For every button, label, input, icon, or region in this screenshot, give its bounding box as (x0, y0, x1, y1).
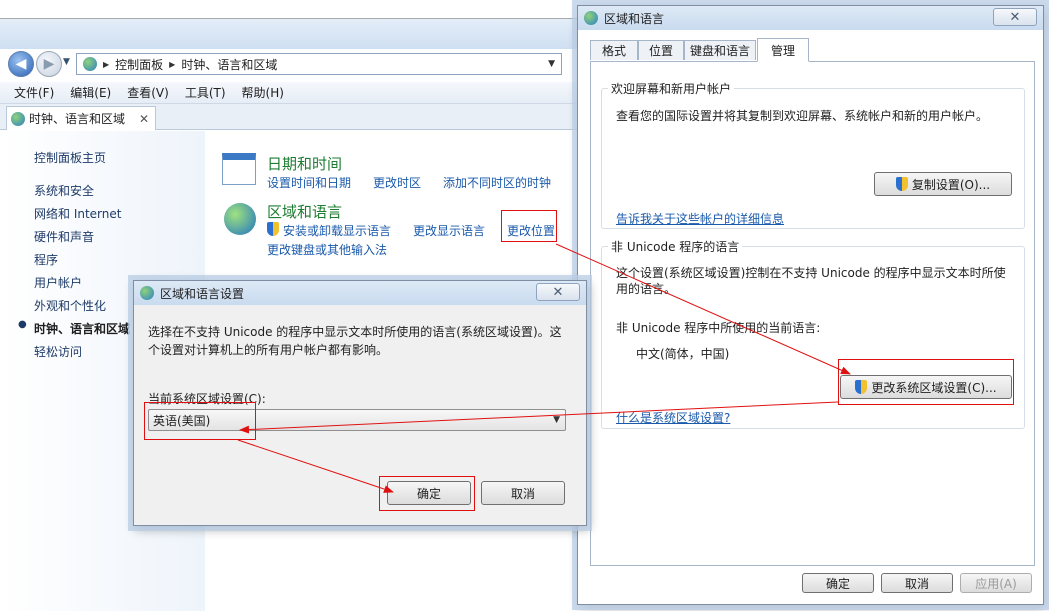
address-dropdown-icon[interactable]: ▼ (548, 59, 555, 69)
menu-view[interactable]: 查看(V) (127, 84, 169, 101)
uac-shield-icon (895, 177, 908, 191)
calendar-clock-icon (222, 153, 256, 185)
button-label: 确定 (825, 576, 850, 591)
ok-button[interactable]: 确定 (802, 573, 874, 593)
close-icon[interactable]: ✕ (993, 8, 1037, 26)
link-what-is-locale[interactable]: 什么是系统区域设置? (616, 409, 730, 426)
dialog-title: 区域和语言设置 (160, 286, 245, 301)
link-add-clocks[interactable]: 添加不同时区的时钟 (443, 174, 551, 191)
annotation-highlight-locale-select (144, 402, 256, 440)
sidebar-item-security[interactable]: 系统和安全 (34, 182, 94, 199)
back-arrow-icon[interactable]: ◀ (8, 51, 34, 77)
dialog-title: 区域和语言 (604, 11, 665, 26)
section-title-region[interactable]: 区域和语言 (267, 201, 342, 222)
breadcrumb-clock-region[interactable]: 时钟、语言和区域 (181, 56, 277, 73)
control-panel-icon (83, 57, 97, 71)
tab-administrative[interactable]: 管理 (757, 38, 809, 62)
history-dropdown-icon[interactable]: ▼ (63, 57, 70, 67)
menu-tools[interactable]: 工具(T) (185, 84, 226, 101)
sidebar-item-programs[interactable]: 程序 (34, 251, 58, 268)
tab-strip: 时钟、语言和区域 ✕ (0, 104, 600, 130)
dropdown-arrow-icon[interactable]: ▼ (553, 415, 560, 425)
region-icon (584, 11, 598, 25)
control-panel-icon (11, 111, 25, 126)
tab-label: 格式 (601, 44, 626, 58)
menu-edit[interactable]: 编辑(E) (70, 84, 111, 101)
cancel-button[interactable]: 取消 (881, 573, 953, 593)
region-language-dialog: 区域和语言 ✕ 格式 位置 键盘和语言 管理 欢迎屏幕和新用户帐户 查看您的国际… (577, 5, 1044, 605)
breadcrumb-chevron-icon: ▶ (169, 59, 176, 69)
link-change-keyboard[interactable]: 更改键盘或其他输入法 (267, 241, 387, 258)
menu-bar: 文件(F) 编辑(E) 查看(V) 工具(T) 帮助(H) (0, 82, 600, 104)
group-title: 欢迎屏幕和新用户帐户 (608, 80, 735, 97)
tab-label: 位置 (648, 44, 673, 58)
tab-close-icon[interactable]: ✕ (139, 112, 149, 126)
dialog-titlebar: 区域和语言 (578, 6, 1043, 30)
link-install-display-language[interactable]: 安装或卸载显示语言 (283, 222, 391, 239)
annotation-highlight-change-locale (838, 359, 1014, 405)
sidebar-item-user-accounts[interactable]: 用户帐户 (34, 274, 82, 291)
link-change-display-language[interactable]: 更改显示语言 (413, 222, 485, 239)
tab-panel: 欢迎屏幕和新用户帐户 查看您的国际设置并将其复制到欢迎屏幕、系统帐户和新的用户帐… (590, 61, 1035, 566)
tab-location[interactable]: 位置 (638, 40, 684, 60)
sidebar-item-accessibility[interactable]: 轻松访问 (34, 343, 82, 360)
sidebar-item-network[interactable]: 网络和 Internet (34, 205, 121, 222)
annotation-highlight-ok (379, 476, 475, 511)
sidebar-home[interactable]: 控制面板主页 (34, 149, 106, 166)
close-icon[interactable]: ✕ (536, 283, 580, 301)
menu-file[interactable]: 文件(F) (14, 84, 54, 101)
apply-button[interactable]: 应用(A) (960, 573, 1032, 593)
welcome-description: 查看您的国际设置并将其复制到欢迎屏幕、系统帐户和新的用户帐户。 (616, 109, 989, 123)
control-panel-titlebar (0, 19, 600, 49)
button-label: 取消 (510, 486, 535, 501)
tab-clock-region[interactable]: 时钟、语言和区域 ✕ (6, 106, 156, 130)
tab-label: 管理 (770, 43, 795, 58)
dialog-titlebar: 区域和语言设置 (134, 281, 586, 305)
tab-formats[interactable]: 格式 (590, 40, 638, 60)
welcome-group: 欢迎屏幕和新用户帐户 查看您的国际设置并将其复制到欢迎屏幕、系统帐户和新的用户帐… (601, 80, 1025, 229)
address-bar[interactable]: ▶ 控制面板 ▶ 时钟、语言和区域 ▼ (76, 53, 562, 75)
tab-keyboards[interactable]: 键盘和语言 (684, 40, 756, 60)
link-change-timezone[interactable]: 更改时区 (373, 174, 421, 191)
forward-arrow-icon[interactable]: ▶ (36, 51, 62, 77)
tab-label: 时钟、语言和区域 (29, 112, 126, 126)
breadcrumb-control-panel[interactable]: 控制面板 (115, 56, 163, 73)
tab-label: 键盘和语言 (689, 44, 750, 58)
locale-description: 选择在不支持 Unicode 的程序中显示文本时所使用的语言(系统区域设置)。这… (148, 325, 562, 357)
annotation-highlight-change-location (501, 210, 557, 242)
globe-icon (224, 203, 256, 235)
section-title-datetime[interactable]: 日期和时间 (267, 153, 342, 174)
selected-bullet-icon: ● (18, 319, 27, 330)
sidebar-item-appearance[interactable]: 外观和个性化 (34, 297, 106, 314)
uac-shield-icon (267, 222, 279, 236)
button-label: 复制设置(O)... (911, 177, 991, 192)
menu-help[interactable]: 帮助(H) (242, 84, 284, 101)
button-label: 取消 (904, 576, 929, 591)
copy-settings-button[interactable]: 复制设置(O)... (874, 172, 1012, 196)
cancel-button[interactable]: 取消 (481, 481, 565, 505)
group-title: 非 Unicode 程序的语言 (608, 238, 743, 255)
sidebar-item-hardware[interactable]: 硬件和声音 (34, 228, 94, 245)
link-set-time-date[interactable]: 设置时间和日期 (267, 174, 351, 191)
region-icon (140, 286, 154, 300)
unicode-description: 这个设置(系统区域设置)控制在不支持 Unicode 的程序中显示文本时所使用的… (616, 266, 1006, 296)
current-language-value: 中文(简体，中国) (636, 347, 730, 361)
current-language-label: 非 Unicode 程序中所使用的当前语言: (616, 321, 821, 335)
sidebar-item-clock-region[interactable]: 时钟、语言和区域 (34, 320, 130, 337)
link-accounts-info[interactable]: 告诉我关于这些帐户的详细信息 (616, 210, 784, 227)
breadcrumb-chevron-icon: ▶ (103, 59, 110, 69)
button-label: 应用(A) (975, 576, 1017, 591)
